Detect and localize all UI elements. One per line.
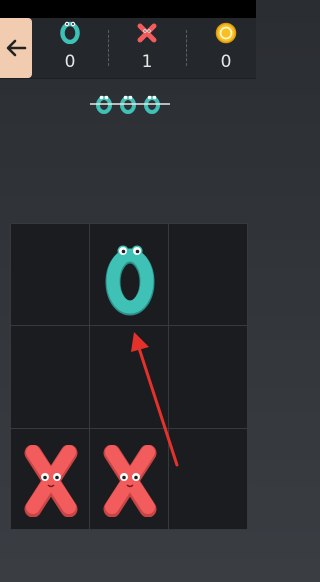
three-o-strikethrough-icon <box>90 95 170 114</box>
o-piece-icon <box>60 21 80 44</box>
x-piece-icon <box>103 445 157 517</box>
top-bar: 0 1 0 <box>0 18 256 79</box>
coin-score-value: 0 <box>220 52 232 72</box>
board-cell-2[interactable] <box>89 223 169 326</box>
coin-icon <box>215 22 237 44</box>
board-cell-3[interactable] <box>168 223 248 326</box>
x-piece-icon <box>24 445 78 517</box>
board-cell-5[interactable] <box>89 325 169 429</box>
board-cell-6[interactable] <box>168 325 248 429</box>
board-cell-8[interactable] <box>89 428 169 530</box>
win-pattern-indicator <box>88 92 172 116</box>
x-piece-icon <box>137 23 157 43</box>
score-divider <box>108 30 109 66</box>
status-bar <box>0 0 256 18</box>
back-button[interactable] <box>0 18 32 78</box>
board-cell-1[interactable] <box>10 223 90 326</box>
arrow-left-icon <box>6 39 27 57</box>
board-cell-7[interactable] <box>10 428 90 530</box>
o-score: 0 <box>45 18 95 78</box>
coin-score: 0 <box>201 18 251 78</box>
o-piece-icon <box>105 245 155 316</box>
x-score: 1 <box>122 18 172 78</box>
game-board <box>10 223 248 530</box>
score-divider <box>186 30 187 66</box>
board-cell-9[interactable] <box>168 428 248 530</box>
board-cell-4[interactable] <box>10 325 90 429</box>
o-score-value: 0 <box>64 52 76 72</box>
x-score-value: 1 <box>141 52 153 72</box>
